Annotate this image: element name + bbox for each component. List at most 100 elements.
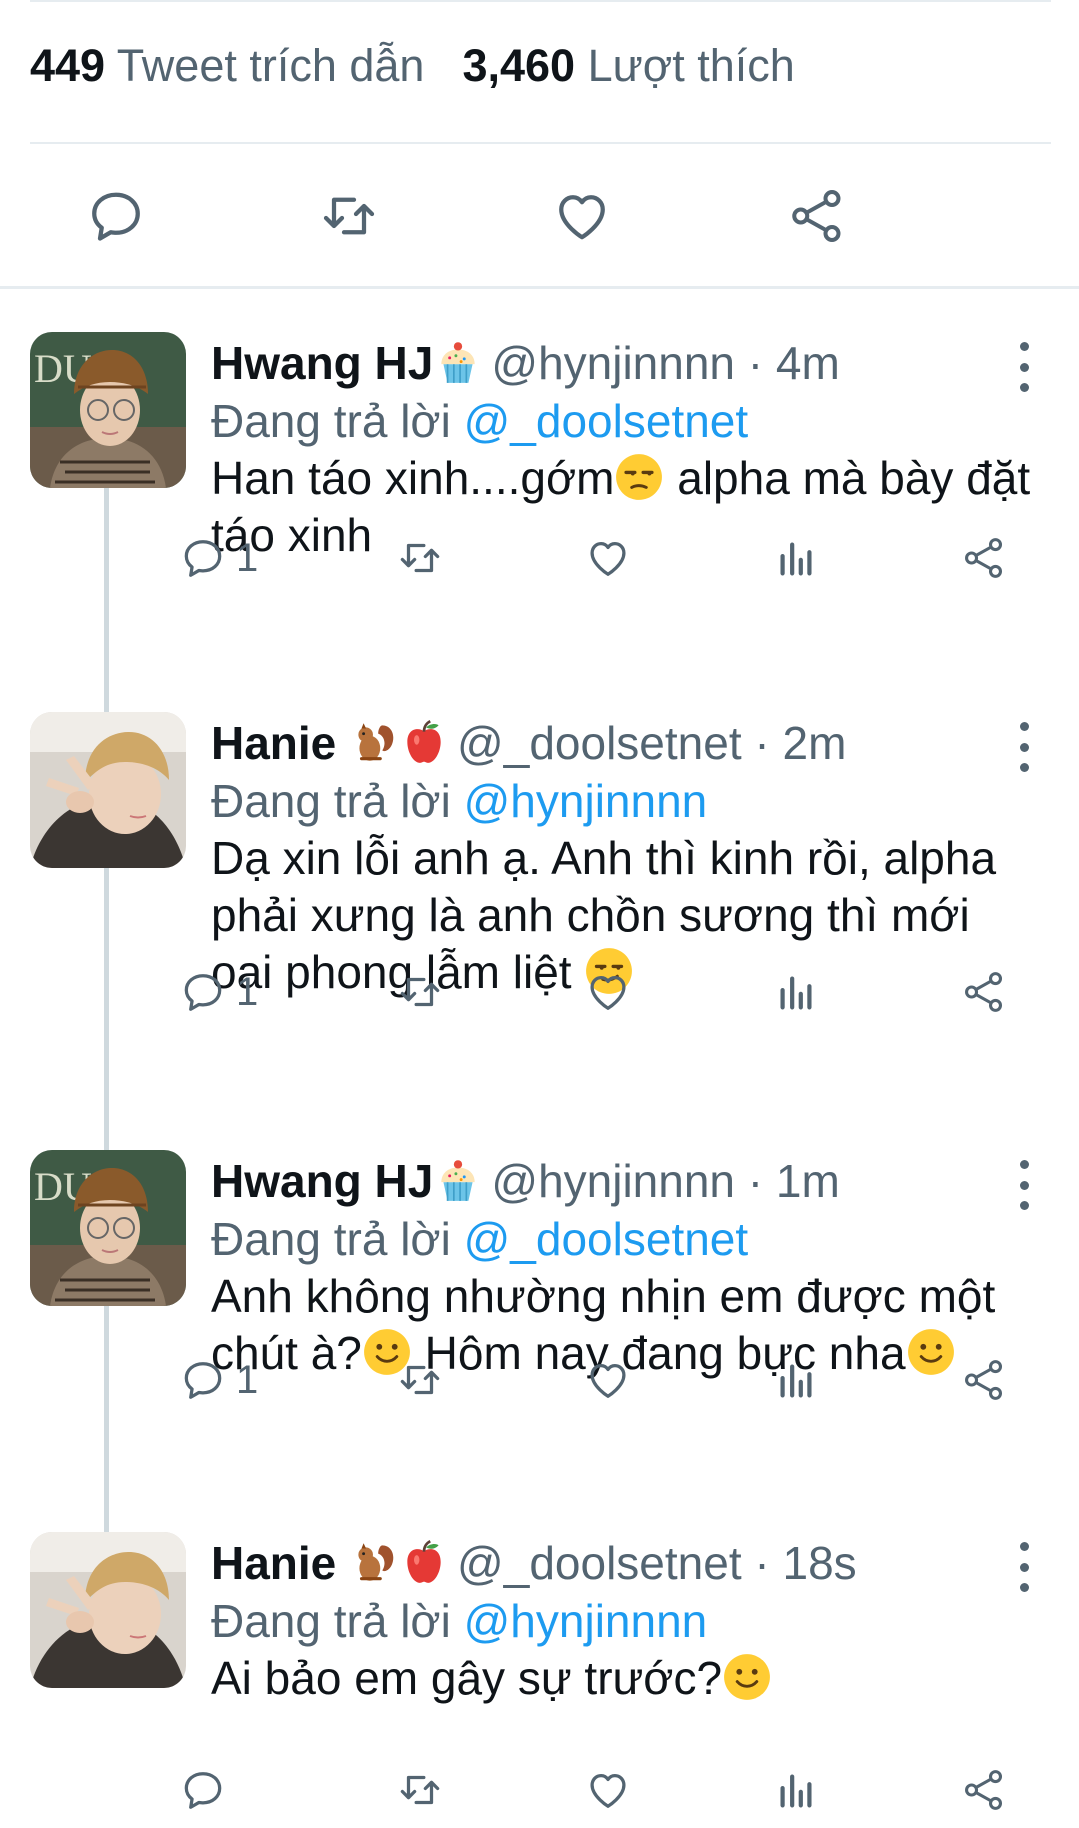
share-button[interactable] — [781, 180, 853, 252]
reply-prefix: Đang trả lời — [211, 395, 451, 447]
share-icon — [787, 186, 847, 246]
tweet-actions: 1 — [0, 962, 1079, 1022]
avatar-image — [30, 712, 186, 868]
display-name[interactable]: Hwang HJ — [211, 1155, 433, 1207]
quote-count: 449 — [30, 40, 106, 91]
reply-icon — [180, 1767, 226, 1813]
like-button[interactable] — [585, 962, 631, 1022]
more-options-button[interactable] — [1009, 342, 1039, 392]
reply-button[interactable]: 1 — [180, 1350, 258, 1410]
avatar[interactable] — [30, 1532, 186, 1688]
like-button[interactable] — [585, 528, 631, 588]
apple-icon — [399, 1537, 449, 1587]
cupcake-icon — [433, 337, 483, 387]
reply-icon — [180, 1357, 226, 1403]
tweet-actions: 1 — [0, 528, 1079, 588]
share-icon — [961, 1767, 1007, 1813]
avatar-image — [30, 1532, 186, 1688]
mention-link[interactable]: @hynjinnnn — [464, 775, 708, 827]
avatar[interactable] — [30, 712, 186, 868]
replying-to: Đang trả lời @_doolsetnet — [211, 394, 748, 448]
reply-button[interactable] — [80, 180, 152, 252]
retweet-icon — [397, 1357, 443, 1403]
retweet-button[interactable] — [313, 180, 385, 252]
display-name[interactable]: Hwang HJ — [211, 337, 433, 389]
likes-link[interactable]: 3,460 Lượt thích — [462, 40, 794, 91]
replying-to: Đang trả lời @hynjinnnn — [211, 1594, 707, 1648]
retweet-icon — [397, 969, 443, 1015]
avatar[interactable]: DU — [30, 332, 186, 488]
squirrel-icon — [349, 717, 399, 767]
reply-icon — [180, 969, 226, 1015]
share-icon — [961, 535, 1007, 581]
like-label: Lượt thích — [587, 40, 795, 91]
share-button[interactable] — [961, 962, 1007, 1022]
tweet-text-part: Ai bảo em gây sự trước? — [211, 1652, 723, 1704]
thread-line — [104, 488, 109, 716]
mention-link[interactable]: @_doolsetnet — [464, 1213, 749, 1265]
retweet-button[interactable] — [397, 1760, 443, 1820]
display-name[interactable]: Hanie — [211, 1537, 336, 1589]
like-button[interactable] — [546, 180, 618, 252]
reply-button[interactable]: 1 — [180, 528, 258, 588]
views-button[interactable] — [773, 1760, 819, 1820]
retweet-button[interactable] — [397, 528, 443, 588]
like-button[interactable] — [585, 1760, 631, 1820]
retweet-icon — [397, 535, 443, 581]
apple-icon — [399, 717, 449, 767]
views-button[interactable] — [773, 528, 819, 588]
reply-count: 1 — [236, 1357, 259, 1402]
mention-link[interactable]: @hynjinnnn — [464, 1595, 708, 1647]
heart-icon — [585, 969, 631, 1015]
reply-count: 1 — [236, 969, 259, 1014]
heart-icon — [585, 535, 631, 581]
heart-icon — [585, 1767, 631, 1813]
tweet-text-part: Han táo xinh....gớm — [211, 452, 615, 504]
tweet-actions: 1 — [0, 1350, 1079, 1410]
reply-button[interactable]: 1 — [180, 962, 258, 1022]
handle-time: @hynjinnnn · 1m — [491, 1155, 840, 1207]
share-button[interactable] — [961, 1760, 1007, 1820]
reply-prefix: Đang trả lời — [211, 1213, 451, 1265]
display-name[interactable]: Hanie — [211, 717, 336, 769]
share-icon — [961, 1357, 1007, 1403]
reply-icon — [180, 535, 226, 581]
views-button[interactable] — [773, 962, 819, 1022]
section-divider — [0, 286, 1079, 289]
tweet-text: Ai bảo em gây sự trước? — [211, 1650, 1041, 1707]
views-button[interactable] — [773, 1350, 819, 1410]
more-options-button[interactable] — [1009, 1160, 1039, 1210]
more-options-button[interactable] — [1009, 722, 1039, 772]
avatar[interactable]: DU — [30, 1150, 186, 1306]
share-button[interactable] — [961, 1350, 1007, 1410]
reply-button[interactable] — [180, 1760, 226, 1820]
like-count: 3,460 — [462, 40, 576, 91]
heart-icon — [585, 1357, 631, 1403]
replying-to: Đang trả lời @_doolsetnet — [211, 1212, 748, 1266]
handle-time: @_doolsetnet · 2m — [457, 717, 847, 769]
tweet-actions — [0, 1760, 1079, 1820]
retweet-icon — [397, 1767, 443, 1813]
avatar-image: DU — [30, 1150, 186, 1306]
quote-tweets-link[interactable]: 449 Tweet trích dẫn — [30, 40, 424, 91]
avatar-image: DU — [30, 332, 186, 488]
like-button[interactable] — [585, 1350, 631, 1410]
share-icon — [961, 969, 1007, 1015]
retweet-button[interactable] — [397, 1350, 443, 1410]
more-options-button[interactable] — [1009, 1542, 1039, 1592]
views-icon — [773, 535, 819, 581]
tweet-header: Hanie @_doolsetnet · 18s — [211, 1536, 857, 1590]
mention-link[interactable]: @_doolsetnet — [464, 395, 749, 447]
heart-icon — [552, 186, 612, 246]
replying-to: Đang trả lời @hynjinnnn — [211, 774, 707, 828]
retweet-button[interactable] — [397, 962, 443, 1022]
share-button[interactable] — [961, 528, 1007, 588]
views-icon — [773, 1357, 819, 1403]
handle-time: @hynjinnnn · 4m — [491, 337, 840, 389]
smiling-face-icon — [722, 1652, 772, 1702]
reply-icon — [86, 186, 146, 246]
reply-prefix: Đang trả lời — [211, 775, 451, 827]
views-icon — [773, 1767, 819, 1813]
tweet-header: Hwang HJ @hynjinnnn · 1m — [211, 1154, 840, 1208]
reply-count: 1 — [236, 535, 259, 580]
